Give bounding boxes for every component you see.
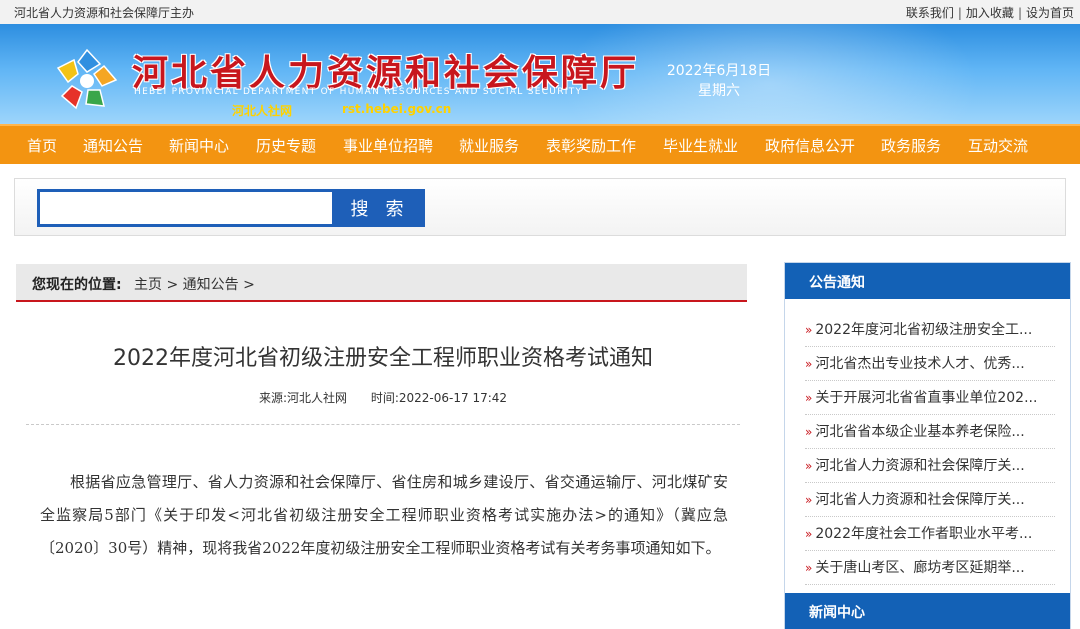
nav-item-history[interactable]: 历史专题 (256, 135, 316, 156)
bullet-icon: » (805, 527, 813, 541)
list-item-label: 河北省人力资源和社会保障厅关... (815, 458, 1025, 474)
list-item[interactable]: » 河北省人力资源和社会保障厅关... (805, 483, 1055, 517)
list-item-label: 河北省省本级企业基本养老保险... (815, 424, 1025, 440)
nav-item-gov-info[interactable]: 政府信息公开 (765, 135, 855, 156)
article-divider (26, 424, 740, 425)
set-homepage-link[interactable]: 设为首页 (1026, 6, 1074, 20)
list-item[interactable]: » 河北省杰出专业技术人才、优秀... (805, 347, 1055, 381)
list-item[interactable]: » 河北省省本级企业基本养老保险... (805, 415, 1055, 449)
sidebar-news-heading[interactable]: 新闻中心 (785, 593, 1070, 629)
breadcrumb: 您现在的位置: 主页 > 通知公告 > (16, 264, 747, 302)
main-nav: 首页 通知公告 新闻中心 历史专题 事业单位招聘 就业服务 表彰奖励工作 毕业生… (0, 124, 1080, 164)
list-item-label: 河北省人力资源和社会保障厅关... (815, 492, 1025, 508)
search-button[interactable]: 搜 索 (335, 189, 425, 227)
breadcrumb-notices-link[interactable]: 通知公告 (183, 277, 239, 293)
bullet-icon: » (805, 459, 813, 473)
top-links: 联系我们 | 加入收藏 | 设为首页 (906, 4, 1074, 21)
article-title: 2022年度河北省初级注册安全工程师职业资格考试通知 (113, 346, 653, 371)
nav-item-employment[interactable]: 就业服务 (459, 135, 519, 156)
search-bar: 搜 索 (14, 178, 1066, 236)
list-item-label: 2022年度河北省初级注册安全工... (815, 322, 1033, 338)
search-input[interactable] (37, 189, 335, 227)
site-banner: 河北省人力资源和社会保障厅 HEBEI PROVINCIAL DEPARTMEN… (0, 24, 1080, 124)
sponsor-text: 河北省人力资源和社会保障厅主办 (14, 6, 195, 20)
bullet-icon: » (805, 391, 813, 405)
breadcrumb-path: 主页 > 通知公告 > (134, 274, 255, 294)
breadcrumb-separator: > (166, 277, 179, 293)
bullet-icon: » (805, 425, 813, 439)
site-short-name: 河北人社网 (232, 104, 293, 118)
nav-item-awards[interactable]: 表彰奖励工作 (546, 135, 636, 156)
breadcrumb-separator: > (243, 277, 255, 293)
nav-item-news[interactable]: 新闻中心 (169, 135, 229, 156)
list-item-label: 关于唐山考区、廊坊考区延期举... (815, 560, 1025, 576)
current-weekday: 星期六 (698, 83, 740, 99)
list-item[interactable]: » 关于开展河北省省直事业单位202... (805, 381, 1055, 415)
list-item-label: 关于开展河北省省直事业单位202... (815, 390, 1038, 406)
list-item[interactable]: » 河北省人力资源和社会保障厅关... (805, 449, 1055, 483)
bullet-icon: » (805, 561, 813, 575)
list-item-label: 2022年度社会工作者职业水平考... (815, 526, 1033, 542)
department-logo-icon[interactable] (54, 46, 120, 112)
nav-item-interaction[interactable]: 互动交流 (968, 135, 1028, 156)
list-item[interactable]: » 2022年度河北省初级注册安全工... (805, 313, 1055, 347)
nav-item-recruitment[interactable]: 事业单位招聘 (343, 135, 433, 156)
article-meta: 来源:河北人社网 时间:2022-06-17 17:42 (26, 389, 740, 406)
sidebar-notice-heading[interactable]: 公告通知 (785, 263, 1070, 299)
top-utility-bar: 河北省人力资源和社会保障厅主办 联系我们 | 加入收藏 | 设为首页 (0, 0, 1080, 24)
bullet-icon: » (805, 323, 813, 337)
contact-us-link[interactable]: 联系我们 (906, 6, 954, 20)
article-body: 根据省应急管理厅、省人力资源和社会保障厅、省住房和城乡建设厅、省交通运输厅、河北… (40, 473, 728, 557)
article-time: 时间:2022-06-17 17:42 (370, 391, 508, 405)
notice-list: » 2022年度河北省初级注册安全工... » 河北省杰出专业技术人才、优秀... … (805, 313, 1055, 585)
bullet-icon: » (805, 357, 813, 371)
nav-item-graduates[interactable]: 毕业生就业 (663, 135, 738, 156)
list-item[interactable]: » 关于唐山考区、廊坊考区延期举... (805, 551, 1055, 585)
list-item-label: 河北省杰出专业技术人才、优秀... (815, 356, 1025, 372)
nav-item-gov-service[interactable]: 政务服务 (881, 135, 941, 156)
breadcrumb-label: 您现在的位置: (32, 277, 122, 293)
breadcrumb-home-link[interactable]: 主页 (134, 277, 162, 293)
nav-item-home[interactable]: 首页 (27, 135, 57, 156)
list-item[interactable]: » 2022年度社会工作者职业水平考... (805, 517, 1055, 551)
current-date: 2022年6月18日 (666, 63, 772, 79)
site-url: rst.hebei.gov.cn (342, 102, 452, 116)
sidebar: 公告通知 » 2022年度河北省初级注册安全工... » 河北省杰出专业技术人才、优… (784, 262, 1071, 629)
article-source: 来源:河北人社网 (258, 391, 348, 405)
site-title-english: HEBEI PROVINCIAL DEPARTMENT OF HUMAN RES… (134, 87, 583, 97)
top-link-separator: | (957, 6, 962, 20)
nav-item-notices[interactable]: 通知公告 (83, 135, 143, 156)
top-link-separator: | (1017, 6, 1022, 20)
bullet-icon: » (805, 493, 813, 507)
add-favorite-link[interactable]: 加入收藏 (966, 6, 1014, 20)
